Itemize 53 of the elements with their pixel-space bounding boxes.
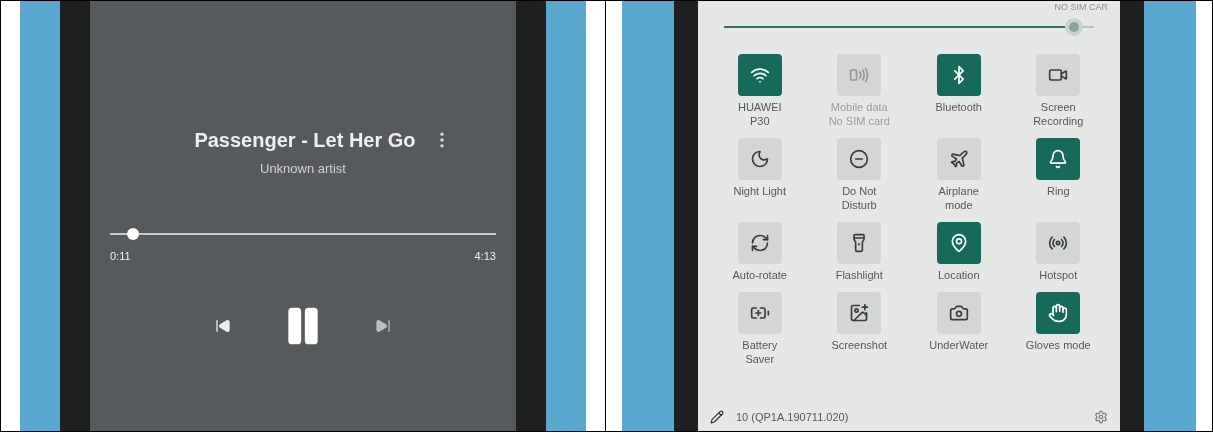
tile-toggle[interactable]	[936, 221, 981, 264]
artist-name: Unknown artist	[260, 160, 346, 178]
tile-label: Do Not Disturb	[840, 183, 878, 212]
edit-icon[interactable]	[710, 409, 724, 424]
tile-toggle[interactable]	[737, 291, 782, 334]
tile-label: Screen Recording	[1032, 99, 1085, 128]
tile-label: Night Light	[732, 183, 788, 198]
tile-toggle[interactable]	[936, 53, 981, 96]
tile-toggle[interactable]	[837, 137, 882, 180]
airplane-icon	[948, 148, 969, 169]
brightness-thumb[interactable]	[1064, 17, 1083, 36]
bell-icon	[1048, 148, 1069, 169]
tile-toggle[interactable]	[1036, 221, 1081, 264]
tile-toggle[interactable]	[1036, 53, 1081, 96]
tile-label: Ring	[1045, 183, 1071, 198]
progress-thumb[interactable]	[126, 227, 139, 240]
tile-toggle[interactable]	[936, 137, 981, 180]
tile-label: Mobile data	[829, 99, 889, 114]
tile-label: UnderWater	[928, 337, 990, 352]
tile-toggle[interactable]	[837, 291, 882, 334]
tile-toggle[interactable]	[737, 137, 782, 180]
tile-toggle[interactable]	[837, 221, 882, 264]
tile-label: Battery Saver	[741, 337, 779, 366]
glove-icon	[1048, 302, 1069, 323]
tile-label: Hotspot	[1038, 267, 1079, 282]
brightness-slider[interactable]	[724, 17, 1094, 36]
tile-toggle[interactable]	[737, 53, 782, 96]
tile-toggle[interactable]	[737, 221, 782, 264]
total-time: 4:13	[474, 248, 496, 264]
song-title: Passenger - Let Her Go	[194, 128, 416, 153]
previous-icon[interactable]	[215, 318, 231, 334]
tile-label: HUAWEI P30	[736, 99, 783, 128]
rotate-icon	[749, 232, 770, 253]
tile-toggle[interactable]	[936, 291, 981, 334]
tile-label: Screenshot	[830, 337, 889, 352]
elapsed-time: 0:11	[110, 248, 131, 264]
tile-toggle[interactable]	[1036, 137, 1081, 180]
next-icon[interactable]	[375, 318, 391, 334]
settings-icon[interactable]	[1094, 409, 1108, 424]
moon-icon	[749, 148, 770, 169]
minus-circle-icon	[849, 148, 870, 169]
tile-label: Location	[936, 267, 981, 282]
tile-label: Auto-rotate	[731, 267, 788, 282]
build-number: 10 (QP1A.190711.020)	[736, 409, 849, 425]
tile-label: Airplane mode	[937, 183, 980, 212]
progress-track[interactable]	[110, 227, 496, 240]
tile-label: Bluetooth	[934, 99, 983, 114]
screenshot-icon	[849, 302, 870, 323]
tile-toggle[interactable]	[1036, 291, 1081, 334]
tile-sublabel: No SIM card	[828, 113, 890, 128]
sim-status: NO SIM CAR	[1054, 1, 1108, 14]
tile-label: Flashlight	[834, 267, 884, 282]
tile-label: Gloves mode	[1025, 337, 1092, 352]
